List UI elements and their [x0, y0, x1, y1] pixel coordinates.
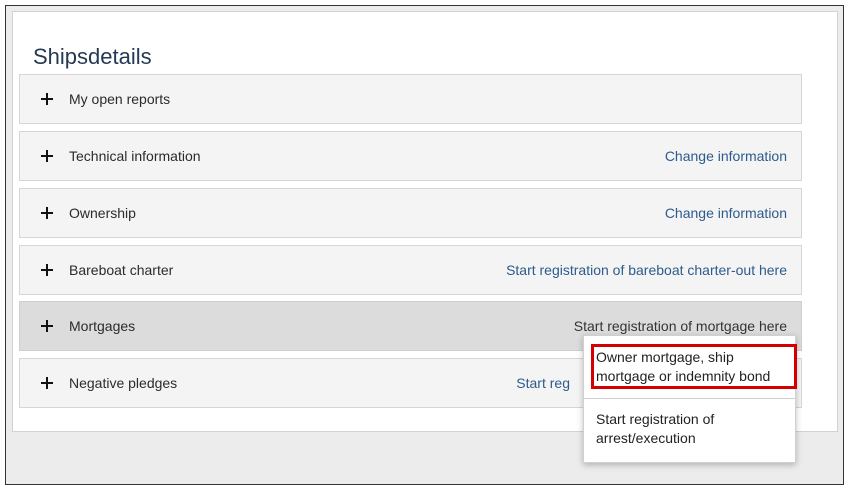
plus-icon [20, 75, 66, 123]
page-title: Shipsdetails [33, 44, 152, 69]
accordion-ownership[interactable]: Ownership Change information [19, 188, 802, 238]
plus-icon [20, 189, 66, 237]
start-mortgage-registration-link[interactable]: Start registration of mortgage here [574, 318, 787, 334]
change-information-link[interactable]: Change information [665, 205, 787, 221]
menu-item-arrest-execution[interactable]: Start registration of arrest/execution [584, 410, 795, 458]
accordion-label: Bareboat charter [69, 262, 174, 278]
plus-icon [20, 359, 66, 407]
accordion-label: Technical information [69, 148, 201, 164]
accordion-bareboat-charter[interactable]: Bareboat charter Start registration of b… [19, 245, 802, 295]
change-information-link[interactable]: Change information [665, 148, 787, 164]
start-negative-pledge-registration-link[interactable]: Start reg [516, 375, 570, 391]
start-bareboat-registration-link[interactable]: Start registration of bareboat charter-o… [506, 262, 787, 278]
accordion-label: My open reports [69, 91, 171, 107]
accordion-technical-information[interactable]: Technical information Change information [19, 131, 802, 181]
menu-divider [584, 398, 795, 399]
accordion-my-open-reports[interactable]: My open reports [19, 74, 802, 124]
accordion-label: Negative pledges [69, 375, 178, 391]
plus-icon [20, 246, 66, 294]
plus-icon [20, 132, 66, 180]
plus-icon [20, 302, 66, 350]
accordion-label: Ownership [69, 205, 136, 221]
accordion-label: Mortgages [69, 318, 136, 334]
highlight-box [591, 344, 797, 389]
